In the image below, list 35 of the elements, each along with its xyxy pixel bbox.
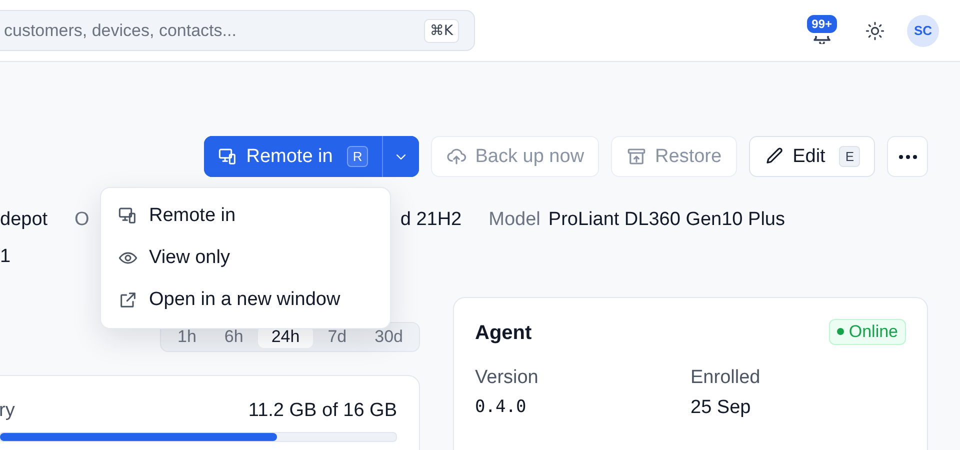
sun-icon[interactable]: [865, 20, 885, 40]
menu-item[interactable]: Open in a new window: [101, 279, 390, 321]
time-range-tab[interactable]: 6h: [211, 326, 256, 348]
menu-item[interactable]: View only: [101, 237, 390, 279]
archive-box-icon: [626, 146, 648, 167]
metric-reading: 11.2 GB of 16 GB: [248, 400, 397, 422]
external-link-icon: [118, 290, 138, 310]
field-label: Model: [488, 209, 540, 231]
more-options-button[interactable]: [887, 136, 928, 177]
field-value: 25 Sep: [690, 397, 752, 419]
field-value: ProLiant DL360 Gen10 Plus: [548, 209, 785, 231]
metric-label: ry: [0, 400, 15, 422]
card-title: Agent: [475, 322, 532, 345]
cloud-upload-icon: [446, 146, 468, 167]
status-badge: Online: [828, 318, 906, 344]
field-value: d 21H2: [400, 209, 462, 231]
time-range-tab[interactable]: 1h: [164, 326, 210, 348]
shortcut-key: E: [839, 146, 860, 167]
remote-desktop-icon: [218, 146, 238, 166]
time-range-tab[interactable]: 7d: [314, 326, 360, 348]
field-label: Version: [475, 367, 540, 389]
shortcut-key: R: [346, 146, 368, 167]
menu-item[interactable]: Remote in: [101, 195, 390, 237]
time-range-tab[interactable]: 30d: [362, 326, 416, 348]
dropdown-toggle-button[interactable]: [382, 136, 420, 177]
field-value: 0.4.0: [475, 397, 528, 417]
field-label: O: [74, 209, 90, 231]
field-label: Enrolled: [690, 367, 762, 389]
shortcut-key: ⌘K: [424, 19, 459, 43]
remote-desktop-icon: [118, 206, 138, 226]
notification-badge: 99+: [804, 13, 839, 35]
user-avatar[interactable]: SC: [907, 14, 939, 46]
field-value: 1: [0, 246, 11, 268]
edit-button[interactable]: Edit E: [748, 136, 875, 177]
field-value: depot: [0, 209, 48, 231]
